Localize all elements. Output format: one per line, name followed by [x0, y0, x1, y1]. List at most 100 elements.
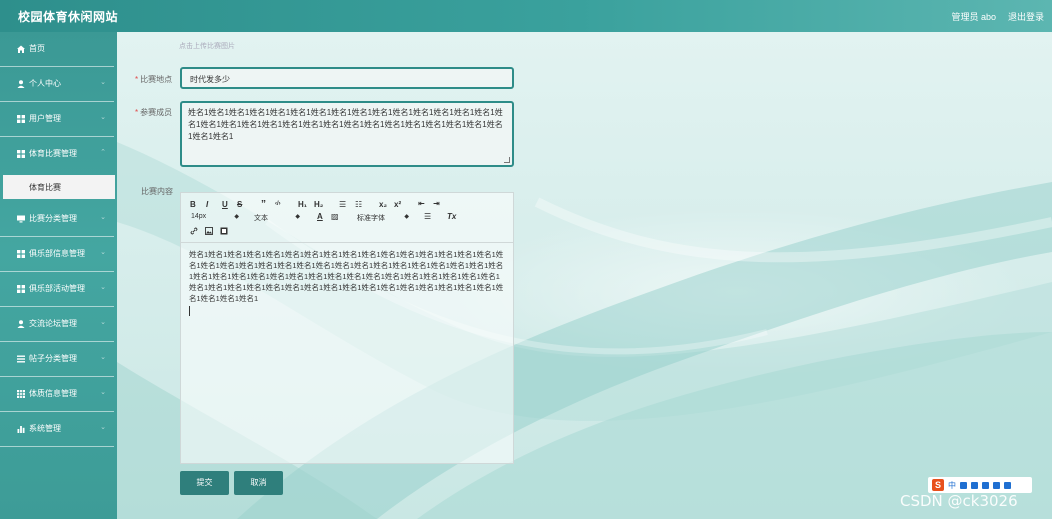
user-icon: [17, 80, 25, 88]
sidebar-item-label: 俱乐部活动管理: [29, 284, 85, 293]
sidebar-item-label: 交流论坛管理: [29, 319, 77, 328]
sidebar-item-post-category-management[interactable]: 帖子分类管理 ⌄: [0, 342, 114, 377]
sidebar-item-label: 体质信息管理: [29, 389, 77, 398]
rich-text-editor[interactable]: B I U S ” ‹/› H₁ H₂ ☰ ☷ x₂ x² ⇤ ⇥ 14px ◆ …: [180, 192, 514, 464]
microphone-icon[interactable]: [971, 481, 978, 489]
font-family-select[interactable]: 标准字体 ◆: [357, 213, 409, 223]
home-icon: [17, 45, 25, 53]
sidebar-item-user-management[interactable]: 用户管理 ⌄: [0, 102, 114, 137]
sidebar-item-forum-management[interactable]: 交流论坛管理 ⌄: [0, 307, 114, 342]
indent-button[interactable]: ⇥: [433, 199, 440, 208]
select-caret-icon: ◆: [404, 214, 409, 220]
grid-icon: [17, 250, 25, 258]
strike-button[interactable]: S: [237, 200, 242, 209]
chevron-down-icon: ⌄: [100, 249, 106, 256]
ime-lang[interactable]: 中: [948, 480, 956, 491]
submit-button[interactable]: 提交: [180, 471, 229, 495]
link-icon[interactable]: [190, 227, 198, 235]
select-caret-icon: ◆: [295, 214, 300, 220]
ordered-list-button[interactable]: ☰: [339, 200, 346, 209]
resize-handle[interactable]: [504, 157, 510, 163]
text-cursor: [189, 306, 190, 316]
members-label: * 参赛成员: [135, 108, 173, 117]
chart-icon: [17, 426, 25, 433]
sidebar-item-label: 用户管理: [29, 114, 61, 123]
background-color-button[interactable]: ▨: [331, 212, 339, 221]
editor-toolbar: B I U S ” ‹/› H₁ H₂ ☰ ☷ x₂ x² ⇤ ⇥ 14px ◆ …: [181, 193, 513, 243]
toolbox-icon[interactable]: [1004, 481, 1011, 489]
sidebar-item-label: 俱乐部信息管理: [29, 249, 85, 258]
keyboard-icon[interactable]: [982, 481, 989, 489]
editor-text: 姓名1姓名1姓名1姓名1姓名1姓名1姓名1姓名1姓名1姓名1姓名1姓名1姓名1姓…: [189, 250, 504, 303]
bullet-list-button[interactable]: ☷: [355, 200, 362, 209]
sidebar-item-club-activity-management[interactable]: 俱乐部活动管理 ⌄: [0, 272, 114, 307]
sidebar-item-label: 体育比赛管理: [29, 149, 77, 158]
code-block-button[interactable]: ‹/›: [275, 201, 281, 207]
chevron-down-icon: ⌄: [100, 79, 106, 86]
cancel-button[interactable]: 取消: [234, 471, 283, 495]
sidebar-item-system-management[interactable]: 系统管理 ⌄: [0, 412, 114, 447]
main-content: 点击上传比赛图片 * 比赛地点 时代发多少 * 参赛成员 姓名1姓名1姓名1姓名1姓…: [117, 32, 1052, 519]
outdent-button[interactable]: ⇤: [418, 199, 425, 208]
heading-2-button[interactable]: H₂: [314, 200, 323, 209]
chevron-down-icon: ⌄: [100, 284, 106, 291]
logout-link[interactable]: 退出登录: [1008, 10, 1044, 23]
subscript-button[interactable]: x₂: [379, 200, 387, 209]
sidebar: 首页 个人中心 ⌄ 用户管理 ⌄ 体育比赛管理 ⌃ 体育比赛 比赛分类管理 ⌄ …: [0, 32, 117, 519]
user-icon: [17, 320, 25, 328]
punctuation-icon[interactable]: [960, 481, 967, 489]
editor-content[interactable]: 姓名1姓名1姓名1姓名1姓名1姓名1姓名1姓名1姓名1姓名1姓名1姓名1姓名1姓…: [189, 249, 507, 316]
sidebar-item-sports-match-management[interactable]: 体育比赛管理 ⌃: [0, 137, 114, 172]
grid-icon: [17, 285, 25, 293]
csdn-watermark: CSDN @ck3026: [900, 492, 1018, 510]
chevron-down-icon: ⌄: [100, 389, 106, 396]
sidebar-item-club-info-management[interactable]: 俱乐部信息管理 ⌄: [0, 237, 114, 272]
font-color-button[interactable]: A: [317, 212, 323, 221]
site-title: 校园体育休闲网站: [18, 10, 119, 24]
chevron-up-icon: ⌃: [100, 149, 106, 156]
font-size-select[interactable]: 14px ◆: [191, 213, 239, 220]
chevron-down-icon: ⌄: [100, 424, 106, 431]
sidebar-item-label: 系统管理: [29, 424, 61, 433]
text-style-select[interactable]: 文本 ◆: [254, 213, 300, 223]
list-icon: [17, 355, 25, 363]
quote-button[interactable]: ”: [261, 199, 266, 210]
heading-1-button[interactable]: H₁: [298, 200, 307, 209]
skin-icon[interactable]: [993, 481, 1000, 489]
location-input[interactable]: 时代发多少: [180, 67, 514, 89]
admin-user-label: 管理员 abo: [951, 12, 996, 22]
sidebar-item-physique-info-management[interactable]: 体质信息管理 ⌄: [0, 377, 114, 412]
video-icon[interactable]: [220, 227, 228, 235]
sidebar-subitem-label: 体育比赛: [29, 183, 61, 192]
underline-button[interactable]: U: [222, 200, 228, 209]
image-icon[interactable]: [205, 227, 213, 235]
sogou-ime-icon[interactable]: S: [932, 479, 944, 491]
select-caret-icon: ◆: [234, 214, 239, 220]
upload-image-hint[interactable]: 点击上传比赛图片: [179, 41, 235, 51]
sidebar-item-label: 比赛分类管理: [29, 214, 77, 223]
italic-button[interactable]: I: [206, 200, 208, 209]
superscript-button[interactable]: x²: [394, 200, 401, 209]
grid-icon: [17, 150, 25, 158]
sidebar-item-label: 个人中心: [29, 79, 61, 88]
chevron-down-icon: ⌄: [100, 214, 106, 221]
top-header: 校园体育休闲网站 管理员 abo 退出登录: [0, 0, 1052, 32]
location-label: * 比赛地点: [135, 75, 173, 84]
members-textarea[interactable]: 姓名1姓名1姓名1姓名1姓名1姓名1姓名1姓名1姓名1姓名1姓名1姓名1姓名1姓…: [180, 101, 514, 167]
sidebar-subitem-sports-match[interactable]: 体育比赛: [3, 175, 115, 199]
clear-format-button[interactable]: Tx: [447, 212, 456, 221]
sidebar-item-label: 首页: [29, 44, 45, 53]
bold-button[interactable]: B: [190, 200, 196, 209]
align-button[interactable]: ☰: [424, 212, 431, 221]
content-label: 比赛内容: [141, 187, 173, 196]
table-icon: [17, 390, 25, 398]
monitor-icon: [17, 215, 25, 223]
chevron-down-icon: ⌄: [100, 319, 106, 326]
members-text: 姓名1姓名1姓名1姓名1姓名1姓名1姓名1姓名1姓名1姓名1姓名1姓名1姓名1姓…: [188, 108, 503, 141]
grid-icon: [17, 115, 25, 123]
sidebar-item-personal-center[interactable]: 个人中心 ⌄: [0, 67, 114, 102]
sidebar-item-match-category-management[interactable]: 比赛分类管理 ⌄: [0, 202, 114, 237]
chevron-down-icon: ⌄: [100, 354, 106, 361]
ime-toolbar[interactable]: S 中: [928, 477, 1032, 493]
sidebar-item-home[interactable]: 首页: [0, 32, 114, 67]
